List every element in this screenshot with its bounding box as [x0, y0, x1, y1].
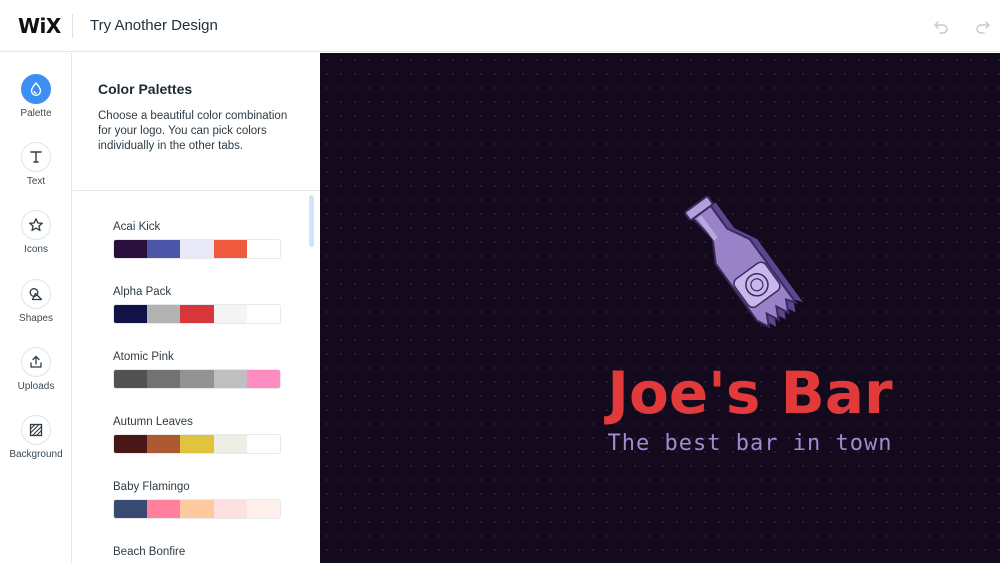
rail-item-icons[interactable]: Icons [0, 210, 72, 270]
color-swatch[interactable] [246, 500, 280, 518]
palette-item[interactable]: Autumn Leaves [113, 416, 283, 454]
shapes-icon [21, 279, 51, 309]
color-swatch[interactable] [213, 240, 247, 258]
palette-item[interactable]: Alpha Pack [113, 286, 283, 324]
rail-label-text: Text [26, 176, 46, 187]
palette-name: Alpha Pack [113, 286, 172, 298]
undo-icon[interactable] [932, 16, 952, 36]
logo-canvas[interactable]: Joe's Bar The best bar in town [320, 53, 1000, 563]
rail-item-shapes[interactable]: Shapes [0, 279, 72, 339]
palette-item[interactable]: Acai Kick [113, 221, 283, 259]
palette-name: Autumn Leaves [113, 416, 193, 428]
color-swatch[interactable] [180, 435, 214, 453]
color-swatch[interactable] [246, 435, 280, 453]
color-swatch[interactable] [147, 305, 181, 323]
brand-name[interactable]: Joe's Bar [590, 359, 910, 427]
rail-item-text[interactable]: Text [0, 142, 72, 202]
palette-name: Baby Flamingo [113, 481, 190, 493]
color-swatch[interactable] [246, 240, 280, 258]
rail-label-shapes: Shapes [19, 313, 53, 324]
color-swatch[interactable] [213, 305, 247, 323]
palette-name: Beach Bonfire [113, 546, 186, 558]
color-swatch[interactable] [147, 500, 181, 518]
palette-swatches[interactable] [113, 369, 281, 389]
tool-rail: Palette Text Icons Shapes Uploads Backgr… [0, 53, 72, 563]
redo-icon[interactable] [972, 16, 992, 36]
rail-item-background[interactable]: Background [0, 415, 72, 475]
color-swatch[interactable] [180, 305, 214, 323]
panel-header: Color Palettes Choose a beautiful color … [73, 53, 320, 191]
color-swatch[interactable] [147, 240, 181, 258]
palette-swatches[interactable] [113, 239, 281, 259]
upload-icon [21, 347, 51, 377]
palette-item[interactable]: Beach Bonfire [113, 546, 283, 558]
color-swatch[interactable] [246, 305, 280, 323]
palette-name: Atomic Pink [113, 351, 174, 363]
panel-scrollbar[interactable] [309, 195, 314, 247]
top-bar: WiX Try Another Design [0, 0, 1000, 52]
rail-label-icons: Icons [24, 244, 48, 255]
star-icon [21, 210, 51, 240]
text-icon [21, 142, 51, 172]
color-swatch[interactable] [147, 435, 181, 453]
background-icon [21, 415, 51, 445]
color-swatch[interactable] [246, 370, 280, 388]
palette-item[interactable]: Baby Flamingo [113, 481, 283, 519]
color-swatch[interactable] [147, 370, 181, 388]
panel-title: Color Palettes [98, 81, 193, 97]
color-swatch[interactable] [114, 305, 148, 323]
color-swatch[interactable] [180, 240, 214, 258]
color-swatch[interactable] [213, 435, 247, 453]
color-swatch[interactable] [114, 370, 148, 388]
rail-item-uploads[interactable]: Uploads [0, 347, 72, 407]
rail-label-palette: Palette [20, 108, 52, 119]
palette-name: Acai Kick [113, 221, 161, 233]
color-swatch[interactable] [180, 500, 214, 518]
color-swatch[interactable] [180, 370, 214, 388]
page-title: Try Another Design [90, 17, 218, 34]
rail-label-uploads: Uploads [17, 381, 55, 392]
color-swatch[interactable] [114, 500, 148, 518]
rail-item-palette[interactable]: Palette [0, 74, 72, 134]
palette-panel: Color Palettes Choose a beautiful color … [73, 53, 320, 563]
palette-swatches[interactable] [113, 304, 281, 324]
beer-bottle-icon[interactable] [660, 185, 830, 350]
wix-logo[interactable]: WiX [18, 14, 72, 38]
brand-tagline[interactable]: The best bar in town [590, 431, 910, 456]
rail-label-background: Background [9, 449, 63, 460]
palette-drop-icon [21, 74, 51, 104]
palette-swatches[interactable] [113, 499, 281, 519]
color-swatch[interactable] [213, 500, 247, 518]
color-swatch[interactable] [213, 370, 247, 388]
color-swatch[interactable] [114, 240, 148, 258]
panel-description: Choose a beautiful color combination for… [98, 110, 288, 152]
header-divider [72, 13, 73, 38]
palette-swatches[interactable] [113, 434, 281, 454]
color-swatch[interactable] [114, 435, 148, 453]
palette-item[interactable]: Atomic Pink [113, 351, 283, 389]
